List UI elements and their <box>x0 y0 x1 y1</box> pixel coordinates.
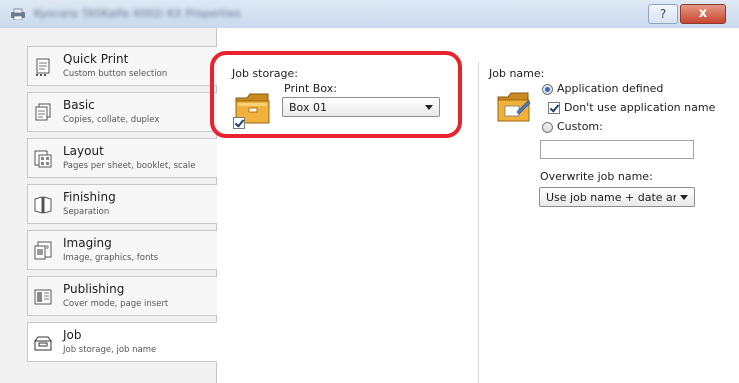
application-defined-radio[interactable] <box>542 84 553 95</box>
dont-use-app-name-checkbox[interactable] <box>548 102 560 114</box>
sidebar-item-title: Job <box>63 328 82 342</box>
custom-job-name-field[interactable] <box>540 140 694 159</box>
sidebar: Quick Print Custom button selection Basi… <box>0 28 217 383</box>
overwrite-job-name-value: Use job name + date and t <box>546 191 676 204</box>
custom-radio[interactable] <box>542 122 553 133</box>
sidebar-item-subtitle: Job storage, job name <box>63 345 157 355</box>
help-button[interactable]: ? <box>648 4 678 24</box>
job-storage-heading: Job storage: <box>232 67 298 80</box>
quick-print-icon <box>36 58 50 76</box>
sidebar-item-title: Quick Print <box>63 52 129 66</box>
print-box-value: Box 01 <box>289 101 327 114</box>
sidebar-item-finishing[interactable]: Finishing Separation <box>27 184 217 224</box>
close-button[interactable]: x <box>680 4 726 24</box>
sidebar-item-title: Basic <box>63 98 95 112</box>
window-title: Kyocera TASKalfa 4002i KX Properties <box>34 7 241 20</box>
job-name-heading: Job name: <box>489 67 545 80</box>
application-defined-label: Application defined <box>557 82 664 95</box>
finishing-icon <box>34 196 52 214</box>
dont-use-app-name-label: Don't use application name <box>564 101 716 114</box>
sidebar-item-basic[interactable]: Basic Copies, collate, duplex <box>27 92 217 132</box>
sidebar-item-subtitle: Pages per sheet, booklet, scale <box>63 161 196 171</box>
sidebar-item-subtitle: Separation <box>63 207 110 217</box>
sidebar-item-subtitle: Image, graphics, fonts <box>63 253 159 263</box>
print-box-label: Print Box: <box>284 82 337 95</box>
column-divider <box>478 62 479 383</box>
job-icon <box>34 336 52 351</box>
sidebar-item-subtitle: Custom button selection <box>63 69 168 79</box>
job-name-folder-icon <box>497 92 531 122</box>
sidebar-item-subtitle: Copies, collate, duplex <box>63 115 160 125</box>
printer-icon <box>11 8 25 20</box>
sidebar-item-subtitle: Cover mode, page insert <box>63 299 169 309</box>
imaging-icon <box>34 241 52 260</box>
chevron-down-icon <box>425 105 433 110</box>
chevron-down-icon <box>680 195 688 200</box>
layout-icon <box>34 150 52 168</box>
publishing-icon <box>34 289 52 305</box>
sidebar-item-imaging[interactable]: Imaging Image, graphics, fonts <box>27 230 217 270</box>
sidebar-item-title: Publishing <box>63 282 125 296</box>
title-bar: Kyocera TASKalfa 4002i KX Properties ? x <box>0 0 739 29</box>
overwrite-job-name-select[interactable]: Use job name + date and t <box>539 187 695 207</box>
sidebar-item-title: Finishing <box>63 190 116 204</box>
basic-icon <box>35 103 51 121</box>
sidebar-item-layout[interactable]: Layout Pages per sheet, booklet, scale <box>27 138 217 178</box>
sidebar-item-quick-print[interactable]: Quick Print Custom button selection <box>27 46 217 86</box>
custom-label: Custom: <box>557 120 603 133</box>
sidebar-item-publishing[interactable]: Publishing Cover mode, page insert <box>27 276 217 316</box>
job-storage-checkbox[interactable] <box>233 117 245 129</box>
sidebar-item-title: Imaging <box>63 236 112 250</box>
sidebar-item-title: Layout <box>63 144 104 158</box>
sidebar-item-job[interactable]: Job Job storage, job name <box>27 322 217 362</box>
print-box-select[interactable]: Box 01 <box>282 97 440 117</box>
overwrite-job-name-label: Overwrite job name: <box>540 170 653 183</box>
